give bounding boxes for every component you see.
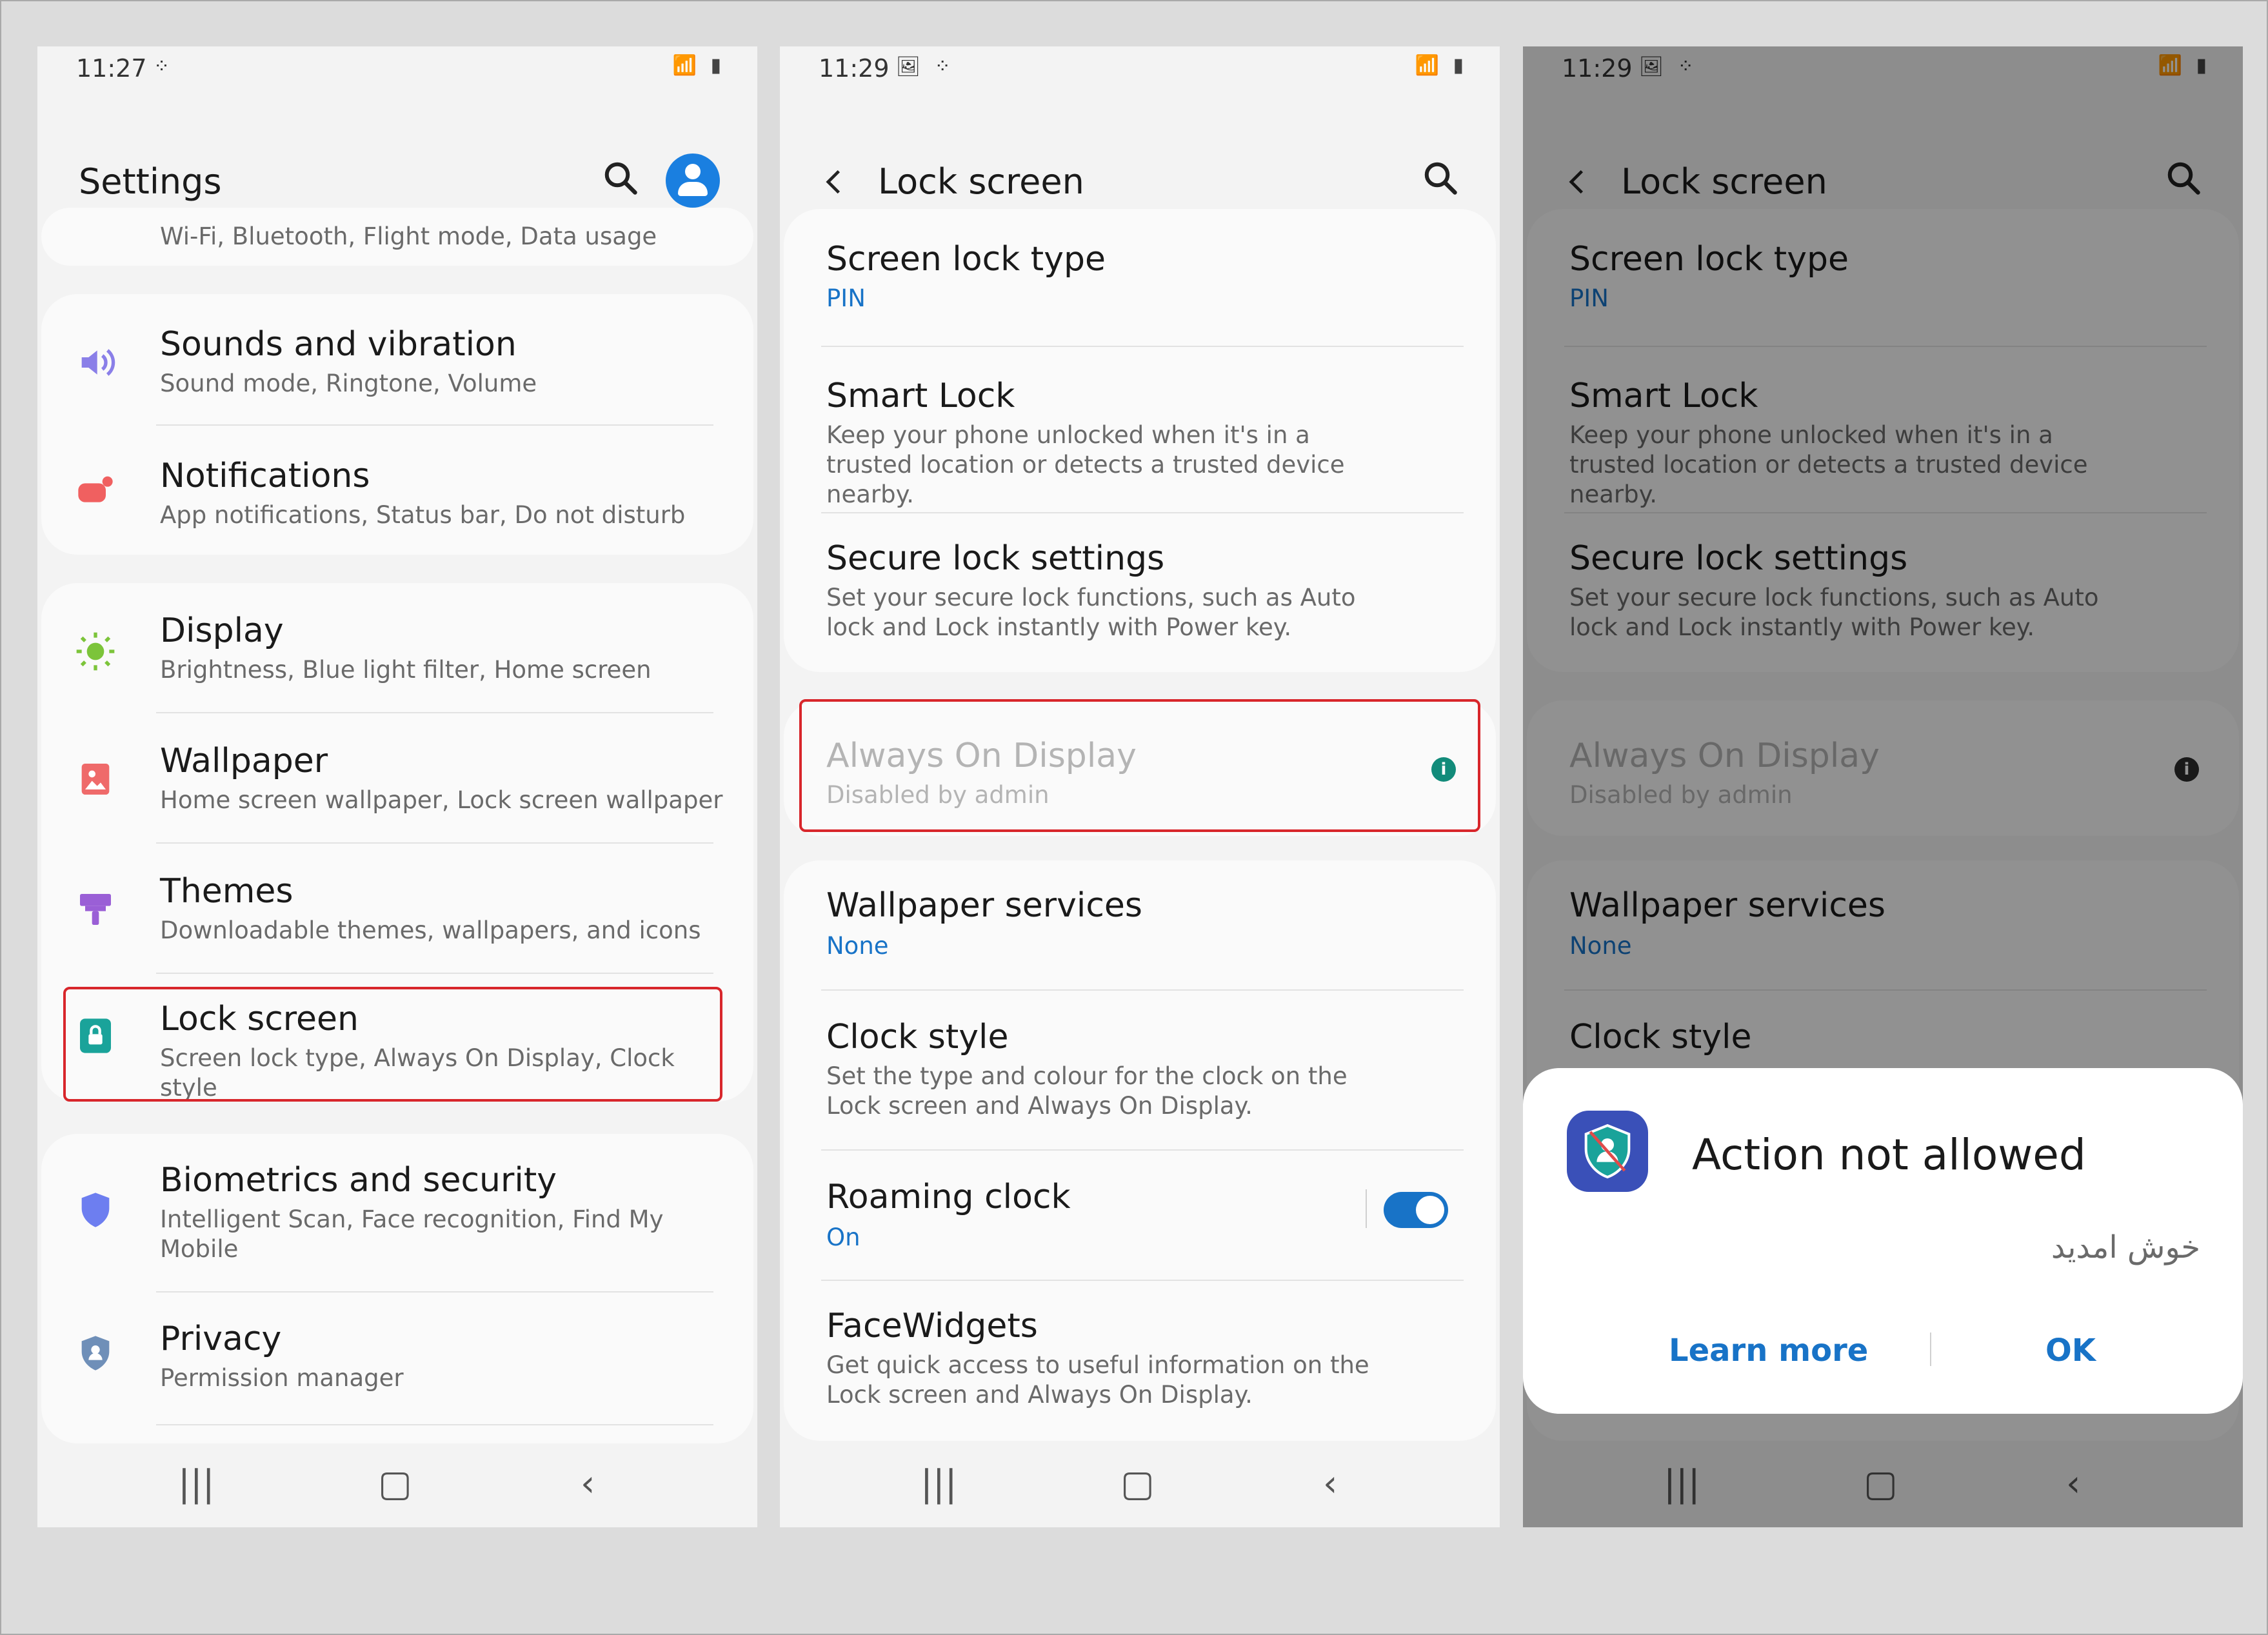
signal-battery-icons: 📶 ▮: [672, 54, 725, 77]
recents-button[interactable]: |||: [920, 1463, 957, 1505]
shield-icon: [81, 1193, 110, 1227]
recents-button[interactable]: |||: [178, 1463, 215, 1505]
item-subtitle: App notifications, Status bar, Do not di…: [160, 501, 686, 529]
list-item-wallpaper[interactable]: Wallpaper Home screen wallpaper, Lock sc…: [41, 713, 753, 844]
lock-card-clock: Wallpaper services None Clock style Set …: [784, 860, 1496, 1441]
item-subtitle: Keep your phone unlocked when it's in a …: [826, 421, 1345, 508]
item-title: Wallpaper services: [826, 886, 1142, 925]
settings-card-connections: Wi-Fi, Bluetooth, Flight mode, Data usag…: [41, 208, 753, 266]
app-bar: Lock screen: [780, 117, 1500, 202]
item-title: Smart Lock: [826, 377, 1015, 415]
roaming-clock-toggle[interactable]: [1384, 1192, 1448, 1228]
item-title: Wallpaper: [160, 742, 328, 780]
item-title: Secure lock settings: [826, 539, 1165, 578]
search-icon[interactable]: [601, 159, 640, 197]
list-item-notifications[interactable]: Notifications App notifications, Status …: [41, 426, 753, 555]
notification-icon: [78, 476, 113, 502]
page-title: Settings: [79, 161, 222, 202]
item-value: PIN: [826, 284, 866, 312]
item-value: On: [826, 1224, 860, 1251]
learn-more-button[interactable]: Learn more: [1669, 1333, 1868, 1369]
list-item-privacy[interactable]: Privacy Permission manager: [41, 1293, 753, 1422]
back-arrow-icon[interactable]: [820, 166, 848, 197]
security-app-icon: [1567, 1111, 1648, 1192]
ok-button[interactable]: OK: [2045, 1333, 2096, 1369]
separator: [1366, 1189, 1367, 1228]
item-subtitle: Get quick access to useful information o…: [826, 1351, 1369, 1409]
item-title: Roaming clock: [826, 1178, 1071, 1216]
item-subtitle: Set your secure lock functions, such as …: [826, 584, 1356, 641]
item-title: Privacy: [160, 1320, 282, 1358]
speaker-icon: [81, 349, 115, 376]
status-time: 11:29: [819, 54, 890, 83]
dialog-title: Action not allowed: [1692, 1130, 2086, 1180]
phone-lock-screen: 11:29 🖼 ⁘ 📶 ▮ Lock screen Screen lock ty…: [780, 46, 1500, 1527]
list-item-secure-lock-settings[interactable]: Secure lock settings Set your secure loc…: [784, 513, 1496, 672]
signal-battery-icons: 📶 ▮: [1415, 54, 1467, 77]
item-subtitle: Permission manager: [160, 1364, 404, 1392]
status-time: 11:27: [76, 54, 147, 83]
item-title: Clock style: [826, 1018, 1009, 1056]
list-item-wallpaper-services[interactable]: Wallpaper services None: [784, 860, 1496, 989]
item-subtitle: Downloadable themes, wallpapers, and ico…: [160, 917, 701, 944]
privacy-shield-icon: [81, 1336, 110, 1371]
item-subtitle: Set the type and colour for the clock on…: [826, 1062, 1348, 1120]
item-title: Notifications: [160, 457, 370, 495]
list-item-facewidgets[interactable]: FaceWidgets Get quick access to useful i…: [784, 1281, 1496, 1441]
item-title: Display: [160, 611, 284, 650]
item-title: Sounds and vibration: [160, 325, 517, 364]
list-item-display[interactable]: Display Brightness, Blue light filter, H…: [41, 583, 753, 715]
status-bar: 11:27 ⁘ 📶 ▮: [37, 46, 757, 89]
item-value: None: [826, 932, 889, 960]
list-item-screen-lock-type[interactable]: Screen lock type PIN: [784, 209, 1496, 347]
list-item-themes[interactable]: Themes Downloadable themes, wallpapers, …: [41, 844, 753, 974]
divider: [156, 1424, 713, 1425]
item-subtitle: Wi-Fi, Bluetooth, Flight mode, Data usag…: [160, 223, 657, 250]
item-title: FaceWidgets: [826, 1307, 1038, 1345]
phone-lock-screen-dialog: 11:29 🖼 ⁘ 📶 ▮ Lock screen Screen lock ty…: [1523, 46, 2243, 1527]
wallpaper-icon: [81, 764, 110, 795]
notification-icons: ⁘: [154, 55, 174, 78]
account-avatar-icon[interactable]: [666, 154, 720, 208]
back-button[interactable]: ‹: [581, 1463, 595, 1505]
settings-card-sound-notif: Sounds and vibration Sound mode, Rington…: [41, 294, 753, 555]
item-title: Themes: [160, 872, 293, 911]
list-item-sounds[interactable]: Sounds and vibration Sound mode, Rington…: [41, 294, 753, 426]
highlight-box: [799, 699, 1480, 832]
app-bar: Settings: [37, 117, 757, 208]
home-button[interactable]: ▢: [378, 1463, 412, 1505]
search-icon[interactable]: [1421, 159, 1460, 197]
brush-icon: [80, 894, 111, 925]
highlight-box: [63, 987, 722, 1102]
list-item-clock-style[interactable]: Clock style Set the type and colour for …: [784, 991, 1496, 1151]
item-title: Screen lock type: [826, 240, 1106, 279]
status-bar: 11:29 🖼 ⁘ 📶 ▮: [780, 46, 1500, 89]
list-item-roaming-clock[interactable]: Roaming clock On: [784, 1151, 1496, 1280]
phone-settings: 11:27 ⁘ 📶 ▮ Settings Wi-Fi, Bluetooth, F…: [37, 46, 757, 1527]
item-subtitle: Intelligent Scan, Face recognition, Find…: [160, 1205, 664, 1263]
lock-card-security: Screen lock type PIN Smart Lock Keep you…: [784, 209, 1496, 672]
item-subtitle: Brightness, Blue light filter, Home scre…: [160, 656, 652, 684]
list-item-biometrics[interactable]: Biometrics and security Intelligent Scan…: [41, 1134, 753, 1291]
nav-bar: ||| ▢ ‹: [37, 1443, 757, 1527]
notification-icons: 🖼 ⁘: [896, 55, 955, 78]
list-item-smart-lock[interactable]: Smart Lock Keep your phone unlocked when…: [784, 347, 1496, 512]
nav-bar: ||| ▢ ‹: [780, 1443, 1500, 1527]
page-title: Lock screen: [878, 161, 1084, 202]
item-subtitle: Home screen wallpaper, Lock screen wallp…: [160, 786, 723, 814]
item-subtitle: Sound mode, Ringtone, Volume: [160, 370, 537, 397]
back-button[interactable]: ‹: [1323, 1463, 1337, 1505]
action-not-allowed-dialog: Action not allowed خوش امدید Learn more …: [1523, 1068, 2243, 1414]
home-button[interactable]: ▢: [1120, 1463, 1155, 1505]
item-title: Biometrics and security: [160, 1161, 557, 1200]
button-separator: [1930, 1333, 1931, 1366]
settings-card-security: Biometrics and security Intelligent Scan…: [41, 1134, 753, 1443]
dialog-message: خوش امدید: [2051, 1229, 2200, 1265]
brightness-icon: [76, 632, 115, 671]
